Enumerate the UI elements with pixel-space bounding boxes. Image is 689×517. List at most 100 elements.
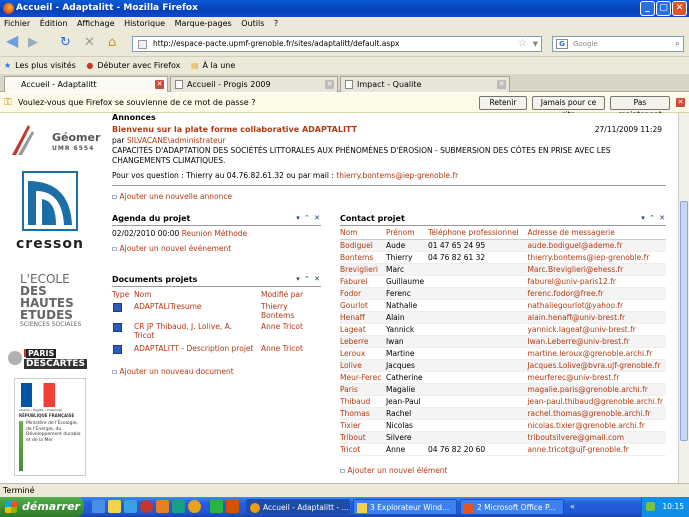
jamais-button[interactable]: Jamais pour ce site	[532, 96, 605, 119]
contact-nom[interactable]: Bodiguel	[340, 239, 386, 252]
contact-email[interactable]: martine.leroux@grenoble.archi.fr	[527, 347, 666, 360]
menu-outils[interactable]: Outils	[241, 19, 264, 28]
contact-email[interactable]: jean-paul.thibaud@grenoble.archi.fr	[527, 395, 666, 408]
vertical-scrollbar[interactable]	[678, 113, 689, 483]
contact-nom[interactable]: Fodor	[340, 287, 386, 300]
contact-nom[interactable]: Thibaud	[340, 395, 386, 408]
tab-accueil-adaptalitt[interactable]: Accueil - Adaptalitt ✕	[4, 76, 168, 92]
col-nom[interactable]: Nom	[340, 227, 386, 240]
close-bar-icon[interactable]: ✕	[676, 98, 685, 107]
contact-nom[interactable]: Tricot	[340, 443, 386, 456]
geomer-logo[interactable]: Géomer UMR 6554	[8, 119, 100, 159]
tab-close-icon[interactable]: ✕	[325, 80, 334, 89]
ie-icon[interactable]	[124, 500, 137, 513]
contact-nom[interactable]: Lolive	[340, 359, 386, 372]
close-window-button[interactable]: ✕	[672, 1, 687, 16]
tab-close-icon[interactable]: ✕	[497, 80, 506, 89]
app-icon[interactable]	[210, 500, 223, 513]
contact-nom[interactable]: Faburel	[340, 275, 386, 288]
firefox-icon[interactable]	[188, 500, 201, 513]
contact-email[interactable]: nathaliegourlot@yahoo.fr	[527, 299, 666, 312]
contact-email[interactable]: faburel@univ-paris12.fr	[527, 275, 666, 288]
app-icon[interactable]	[172, 500, 185, 513]
menu-affichage[interactable]: Affichage	[77, 19, 115, 28]
document-author-link[interactable]: Anne Tricot	[261, 344, 321, 353]
stop-icon[interactable]: ✕	[84, 36, 95, 50]
contact-email[interactable]: Iwan.Leberre@univ-brest.fr	[527, 335, 666, 348]
url-dropdown-icon[interactable]: ▼	[533, 37, 538, 51]
document-link[interactable]: ADAPTALITresume	[134, 302, 254, 311]
add-event-link[interactable]: ▫ Ajouter un nouvel événement	[112, 244, 231, 253]
webpart-menu-icon[interactable]: ▾ ⌃ ✕	[296, 214, 321, 222]
col-prenom[interactable]: Prénom	[385, 227, 428, 240]
app-icon[interactable]	[226, 500, 239, 513]
task-explorer[interactable]: 3 Explorateur Wind...	[353, 499, 457, 515]
ministere-logo[interactable]: Liberté • Égalité • Fraternité RÉPUBLIQU…	[14, 378, 86, 476]
contact-nom[interactable]: Gourlot	[340, 299, 386, 312]
contact-nom[interactable]: Lageat	[340, 323, 386, 336]
menu-help[interactable]: ?	[274, 19, 278, 28]
col-messagerie[interactable]: Adresse de messagerie	[527, 227, 666, 240]
url-bar[interactable]: http://espace-pacte.upmf-grenoble.fr/sit…	[132, 36, 542, 52]
contact-nom[interactable]: Leberre	[340, 335, 386, 348]
contact-nom[interactable]: Breviglieri	[340, 263, 386, 276]
contact-nom[interactable]: Tribout	[340, 431, 386, 444]
add-annonce-link[interactable]: ▫ Ajouter une nouvelle annonce	[112, 192, 232, 201]
tray-arrow-icon[interactable]: «	[570, 502, 575, 511]
pas-maintenant-button[interactable]: Pas maintenant	[610, 96, 670, 119]
ehess-logo[interactable]: L'ECOLE DES HAUTES ETUDES SCIENCES SOCIA…	[20, 273, 84, 335]
contact-email[interactable]: meurferec@univ-brest.fr	[527, 371, 666, 384]
menu-historique[interactable]: Historique	[124, 19, 165, 28]
search-input[interactable]: G Google ⌕	[552, 36, 684, 52]
app-icon[interactable]	[156, 500, 169, 513]
col-nom[interactable]: Nom	[134, 290, 152, 299]
bookmark-getting-started[interactable]: Débuter avec Firefox	[97, 61, 180, 70]
tab-accueil-progis[interactable]: Accueil - Progis 2009 ✕	[170, 76, 338, 92]
contact-nom[interactable]: Henaff	[340, 311, 386, 324]
menu-marque-pages[interactable]: Marque-pages	[175, 19, 232, 28]
contact-nom[interactable]: Thomas	[340, 407, 386, 420]
contact-email[interactable]: thierry.bontems@iep-grenoble.fr	[527, 251, 666, 264]
minimize-button[interactable]: _	[640, 1, 655, 16]
contact-email[interactable]: Marc.Breviglieri@ehess.fr	[527, 263, 666, 276]
back-arrow-icon[interactable]: ◀	[6, 33, 18, 49]
reload-icon[interactable]: ↻	[60, 36, 71, 50]
contact-nom[interactable]: Paris	[340, 383, 386, 396]
col-type[interactable]: Type	[112, 290, 129, 299]
paris-descartes-logo[interactable]: PARIS DESCARTES	[8, 349, 98, 371]
contact-nom[interactable]: Leroux	[340, 347, 386, 360]
contact-nom[interactable]: Bontems	[340, 251, 386, 264]
tray-icon[interactable]	[646, 502, 655, 511]
contact-email[interactable]: alain.henaff@univ-brest.fr	[527, 311, 666, 324]
menu-fichier[interactable]: Fichier	[4, 19, 30, 28]
home-icon[interactable]: ⌂	[108, 36, 116, 50]
contact-email[interactable]: rachel.thomas@grenoble.archi.fr	[527, 407, 666, 420]
task-office[interactable]: 2 Microsoft Office P...	[460, 499, 564, 515]
document-link[interactable]: ADAPTALITT - Description projet	[134, 344, 254, 353]
document-author-link[interactable]: Thierry Bontems	[261, 302, 321, 320]
tab-impact-qualite[interactable]: Impact - Qualite ✕	[340, 76, 510, 92]
contact-email[interactable]: magalie.paris@grenoble.archi.fr	[527, 383, 666, 396]
google-icon[interactable]: G	[556, 39, 568, 49]
desktop-icon[interactable]	[92, 500, 105, 513]
cresson-logo[interactable]	[22, 171, 78, 231]
retenir-button[interactable]: Retenir	[479, 96, 527, 110]
annonce-title-link[interactable]: Bienvenu sur la plate forme collaborativ…	[112, 125, 357, 134]
contact-email[interactable]: aude.bodiguel@ademe.fr	[527, 239, 666, 252]
maximize-button[interactable]: ▢	[656, 1, 671, 16]
start-button[interactable]: démarrer	[0, 497, 84, 517]
contact-email[interactable]: ferenc.fodor@free.fr	[527, 287, 666, 300]
scrollbar-thumb[interactable]	[680, 201, 688, 441]
search-magnifier-icon[interactable]: ⌕	[675, 37, 680, 51]
contact-nom[interactable]: Tixier	[340, 419, 386, 432]
folder-icon[interactable]	[108, 500, 121, 513]
annonce-mail-link[interactable]: thierry.bontems@iep-grenoble.fr	[336, 171, 458, 180]
tab-close-icon[interactable]: ✕	[155, 80, 164, 89]
agenda-event-link[interactable]: Reunion Méthode	[182, 229, 248, 238]
document-author-link[interactable]: Anne Tricot	[261, 322, 321, 331]
menu-edition[interactable]: Édition	[40, 19, 68, 28]
contact-email[interactable]: yannick.lageat@univ-brest.fr	[527, 323, 666, 336]
bookmark-headlines[interactable]: À la une	[203, 61, 236, 70]
media-icon[interactable]	[140, 500, 153, 513]
document-link[interactable]: CR JP Thibaud, J. Lolive, A. Tricot	[134, 322, 254, 340]
